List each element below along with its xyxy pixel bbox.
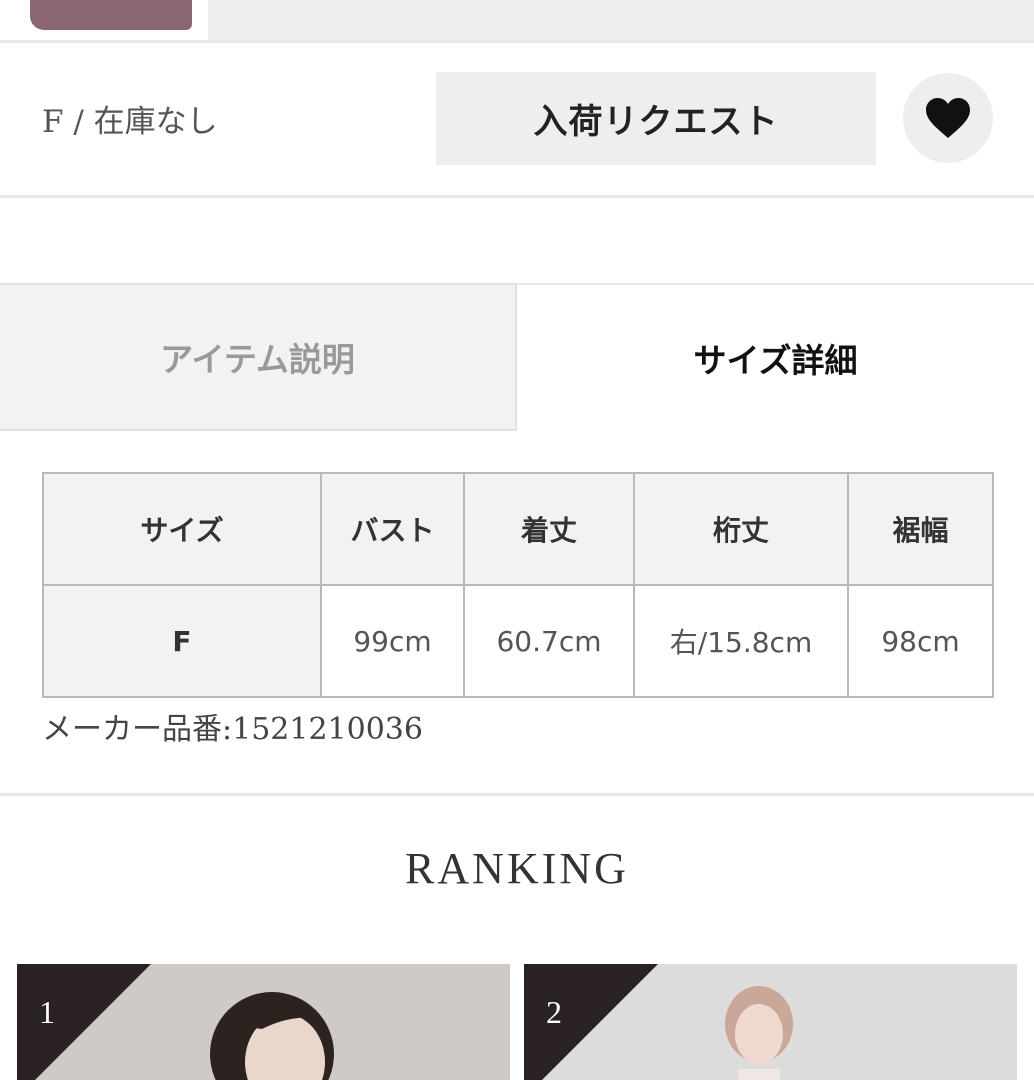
table-cell: 右/15.8cm bbox=[633, 584, 849, 698]
rank-number: 2 bbox=[546, 994, 562, 1030]
column-header: サイズ bbox=[42, 472, 322, 586]
table-cell: 60.7cm bbox=[463, 584, 635, 698]
ranking-item[interactable]: 1 bbox=[17, 964, 510, 1080]
thumbnail-strip bbox=[208, 0, 1034, 40]
column-header: 桁丈 bbox=[633, 472, 849, 586]
tab-item-description[interactable]: アイテム説明 bbox=[0, 283, 517, 431]
divider bbox=[0, 40, 1034, 43]
detail-tabs: アイテム説明 サイズ詳細 bbox=[0, 283, 1034, 431]
stock-status: F / 在庫なし bbox=[42, 104, 218, 140]
ranking-heading: RANKING bbox=[405, 844, 629, 893]
favorite-button[interactable] bbox=[903, 73, 993, 163]
top-strip bbox=[0, 0, 1034, 42]
rank-number: 1 bbox=[39, 994, 55, 1030]
heart-icon bbox=[926, 98, 970, 138]
divider bbox=[0, 195, 1034, 198]
size-table: サイズ バスト 着丈 桁丈 裾幅 F 99cm 60.7cm 右/15.8cm … bbox=[42, 472, 994, 698]
divider bbox=[0, 793, 1034, 796]
column-header: 裾幅 bbox=[847, 472, 994, 586]
column-header: バスト bbox=[320, 472, 465, 586]
table-cell: 98cm bbox=[847, 584, 994, 698]
restock-request-button[interactable]: 入荷リクエスト bbox=[436, 72, 876, 165]
column-header: 着丈 bbox=[463, 472, 635, 586]
product-thumbnail[interactable] bbox=[30, 0, 192, 30]
product-page: F / 在庫なし 入荷リクエスト アイテム説明 サイズ詳細 サイズ バスト 着丈… bbox=[0, 0, 1034, 1080]
maker-product-number: メーカー品番:1521210036 bbox=[42, 712, 423, 747]
rank-badge bbox=[17, 964, 151, 1080]
tab-size-details[interactable]: サイズ詳細 bbox=[517, 283, 1034, 431]
size-cell: F bbox=[42, 584, 322, 698]
table-header-row: サイズ バスト 着丈 桁丈 裾幅 bbox=[42, 472, 994, 586]
model-photo bbox=[210, 992, 334, 1080]
ranking-item[interactable]: 2 bbox=[524, 964, 1017, 1080]
rank-badge bbox=[524, 964, 658, 1080]
model-photo bbox=[725, 986, 793, 1080]
table-cell: 99cm bbox=[320, 584, 465, 698]
table-row: F 99cm 60.7cm 右/15.8cm 98cm bbox=[42, 584, 994, 698]
